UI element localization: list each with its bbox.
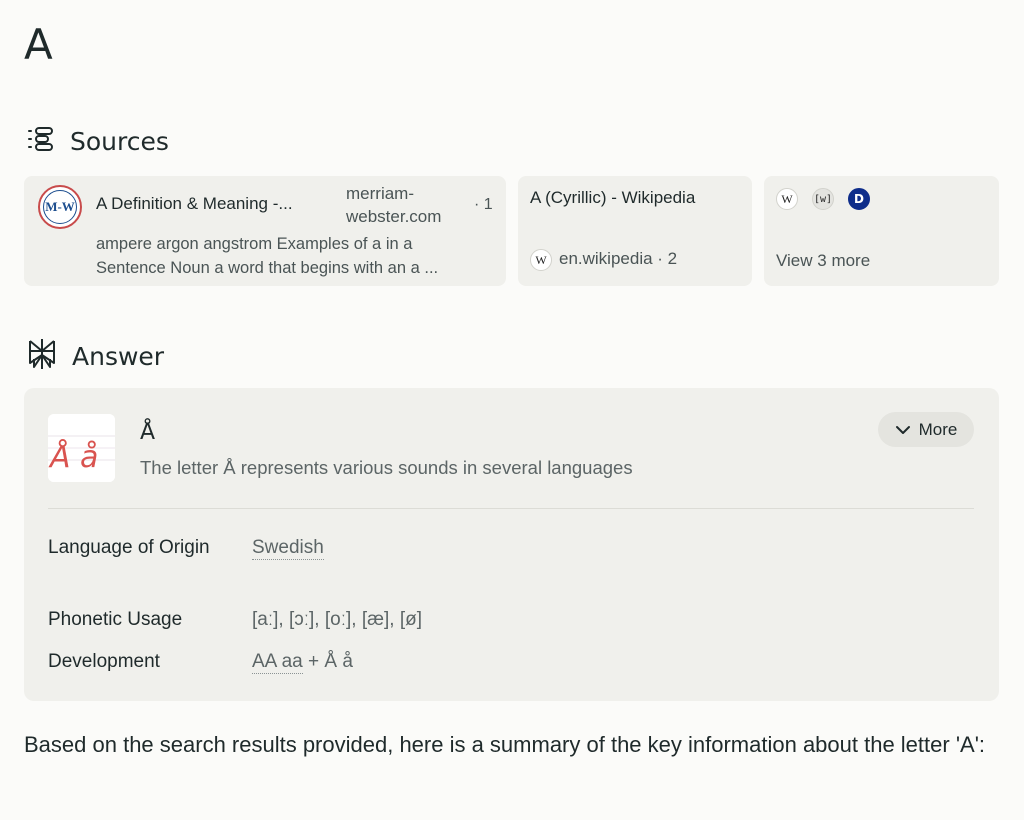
source-title[interactable]: A Definition & Meaning -... — [96, 194, 322, 214]
answer-logo-icon — [26, 337, 58, 376]
sources-label: Sources — [70, 127, 169, 156]
answer-title: Å — [140, 420, 156, 445]
property-label-phonetic-usage: Phonetic Usage — [48, 609, 183, 630]
view-more-sources-card[interactable]: W [w] D View 3 more — [764, 176, 999, 286]
chevron-down-icon — [895, 420, 911, 440]
wikipedia-favicon-icon: W — [530, 249, 552, 271]
more-button[interactable]: More — [878, 412, 974, 447]
sources-list-icon — [26, 124, 56, 159]
view-more-link[interactable]: View 3 more — [776, 251, 870, 271]
card-divider — [48, 508, 974, 509]
source-card-merriam-webster[interactable]: M-W A Definition & Meaning -... merriam-… — [24, 176, 506, 286]
swedish-link[interactable]: Swedish — [252, 537, 324, 560]
answer-label: Answer — [72, 342, 165, 371]
development-rest: + Å å — [302, 651, 353, 672]
thumbnail-glyphs: Å å — [48, 439, 98, 475]
source-domain: merriam-webster.com — [346, 184, 442, 226]
more-button-label: More — [918, 419, 958, 439]
source-card-wikipedia[interactable]: A (Cyrillic) - Wikipedia W en.wikipedia … — [518, 176, 752, 286]
source-domain: en.wikipedia · 2 — [559, 249, 678, 268]
property-value-phonetic-usage: [aː], [ɔː], [oː], [æ], [ø] — [252, 609, 422, 630]
answer-heading: Answer — [26, 337, 164, 376]
dictionary-favicon-icon: D — [848, 188, 870, 210]
property-value-language-of-origin: Swedish — [252, 533, 324, 563]
property-label-development: Development — [48, 651, 160, 672]
sources-heading: Sources — [26, 124, 169, 159]
answer-subtitle: The letter Å represents various sounds i… — [140, 457, 633, 478]
aa-link[interactable]: AA aa — [252, 651, 303, 674]
answer-knowledge-card: Å å Å The letter Å represents various so… — [24, 388, 999, 701]
wikipedia-favicon-icon: W — [776, 188, 798, 210]
source-index: · 1 — [474, 196, 493, 213]
property-value-development: AA aa + Å å — [252, 647, 353, 677]
source-title[interactable]: A (Cyrillic) - Wikipedia — [530, 188, 695, 208]
source-snippet: ampere argon angstrom Examples of a in a… — [96, 235, 439, 277]
property-label-language-of-origin: Language of Origin — [48, 537, 210, 558]
merriam-webster-logo-icon: M-W — [38, 185, 82, 229]
page: A Sources M-W A Definition & Meaning -..… — [0, 0, 1024, 820]
wiktionary-favicon-icon: [w] — [812, 188, 834, 210]
query-title: A — [24, 20, 53, 69]
letter-thumbnail-image: Å å — [48, 414, 115, 482]
answer-summary-text: Based on the search results provided, he… — [24, 732, 986, 757]
